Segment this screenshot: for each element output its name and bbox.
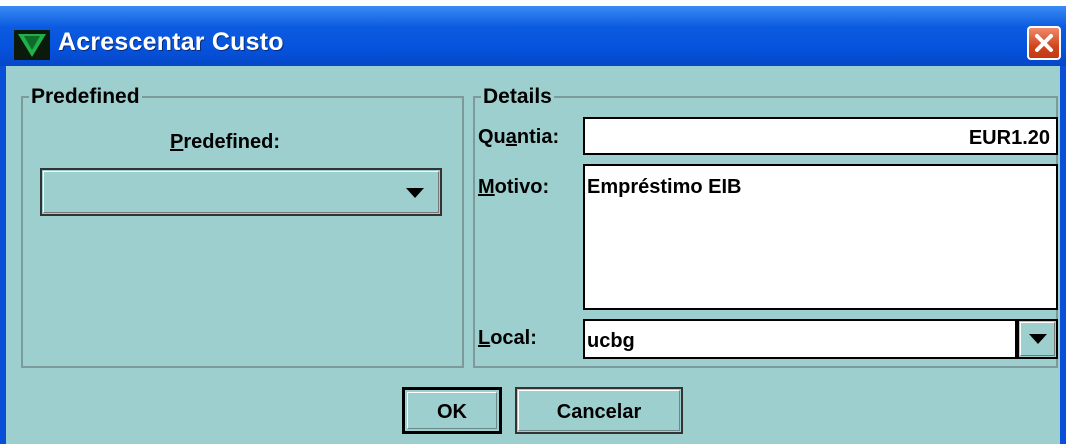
motivo-textarea[interactable]: Empréstimo EIB xyxy=(583,164,1058,310)
quantia-label: Quantia: xyxy=(478,126,560,148)
chevron-down-icon xyxy=(1029,334,1047,344)
quantia-field[interactable]: EUR1.20 xyxy=(583,117,1058,155)
cancel-button-label: Cancelar xyxy=(556,401,642,423)
app-v-logo-icon xyxy=(14,30,50,60)
local-dropdown-button[interactable] xyxy=(1017,319,1058,359)
chevron-down-icon xyxy=(406,188,424,198)
window-title: Acrescentar Custo xyxy=(58,28,284,56)
predefined-group-legend: Predefined xyxy=(31,85,140,108)
local-label: Local: xyxy=(478,327,537,349)
ok-button[interactable]: OK xyxy=(402,387,502,434)
cancel-button[interactable]: Cancelar xyxy=(515,387,683,434)
close-button[interactable] xyxy=(1027,26,1061,60)
motivo-label: Motivo: xyxy=(478,176,550,198)
local-combo-input[interactable]: ucbg xyxy=(583,319,1017,359)
predefined-label: Predefined: xyxy=(170,131,281,153)
details-group-legend: Details xyxy=(483,85,552,108)
dialog-window: Acrescentar Custo Predefined Details Pre… xyxy=(0,6,1066,444)
close-icon xyxy=(1035,34,1053,52)
predefined-select[interactable] xyxy=(40,168,442,216)
title-bar[interactable]: Acrescentar Custo xyxy=(0,6,1066,66)
ok-button-label: OK xyxy=(437,401,467,423)
predefined-group: Predefined xyxy=(21,86,464,368)
